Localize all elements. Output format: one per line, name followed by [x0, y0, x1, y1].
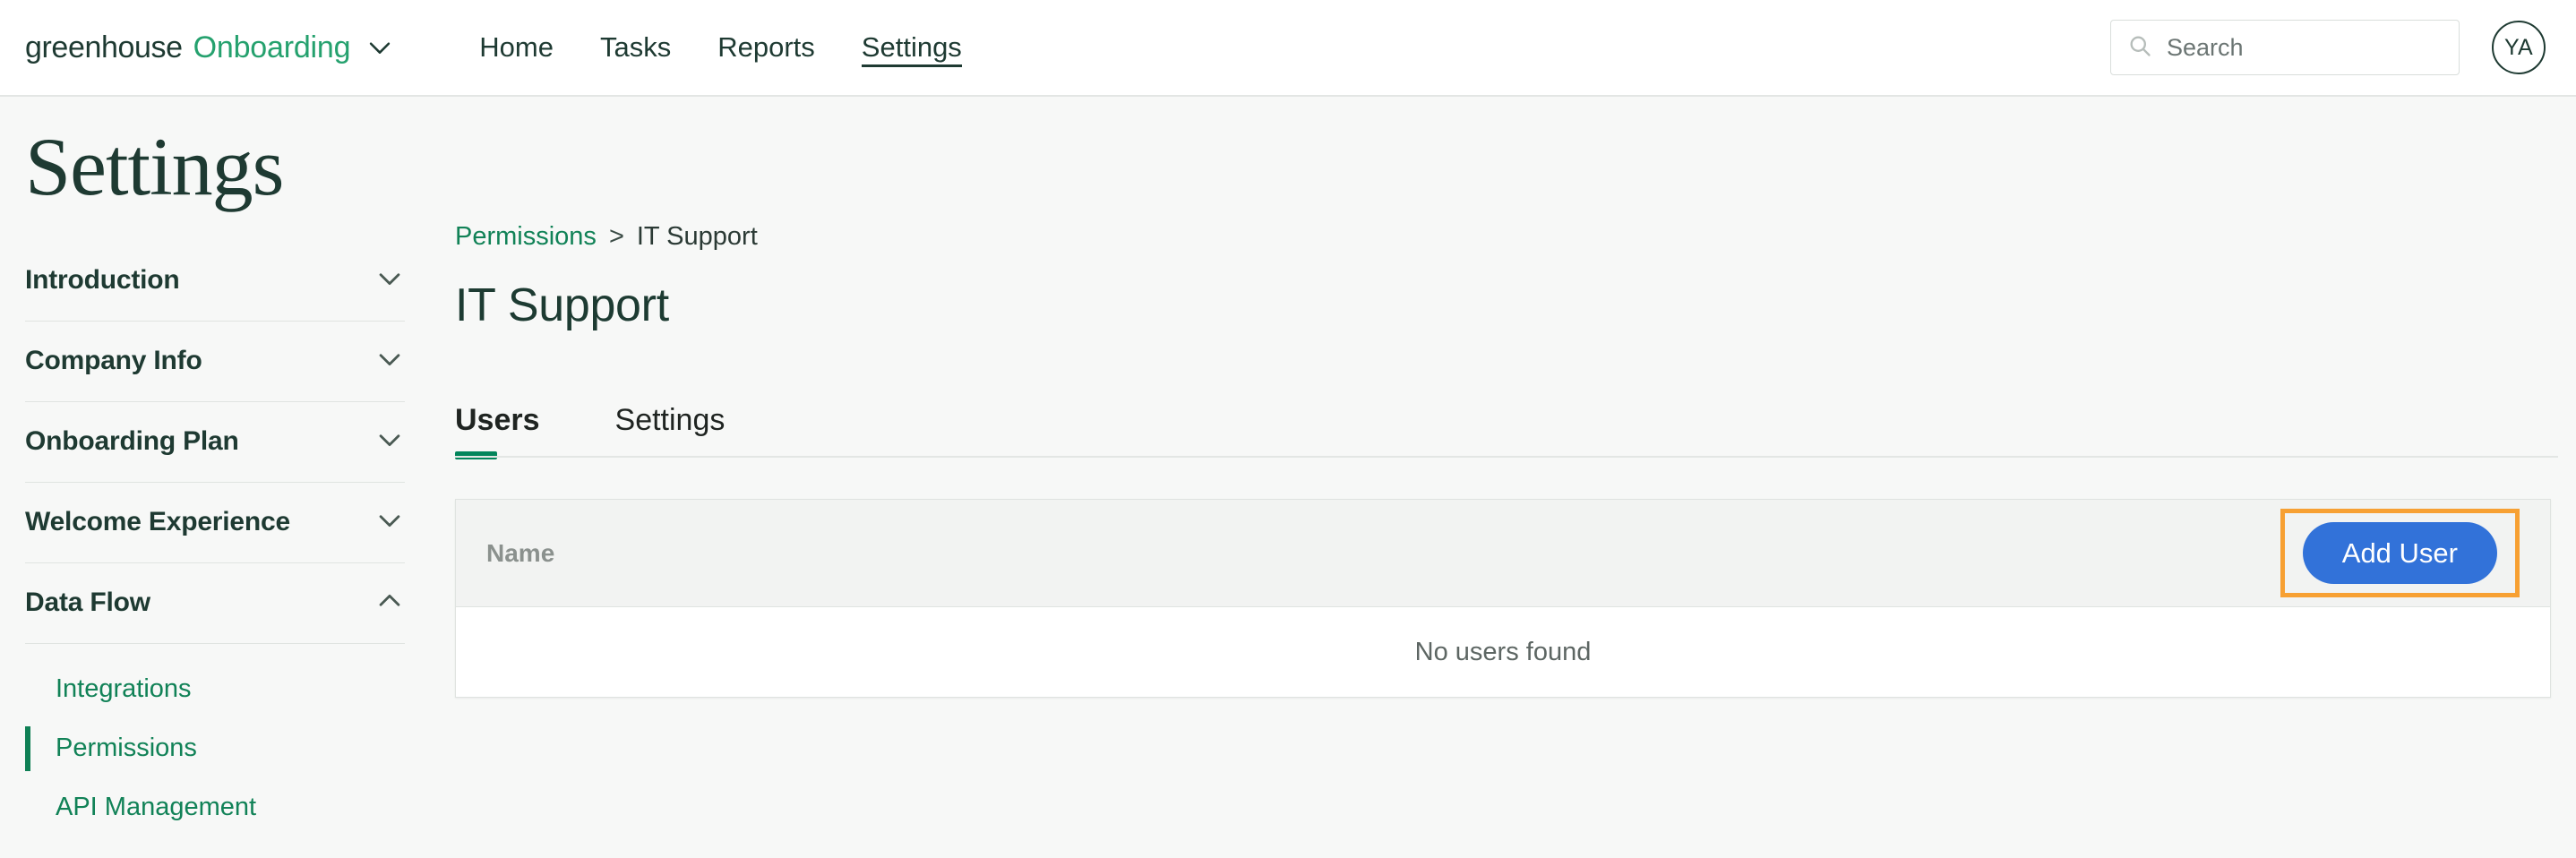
nav-item-reports-label: Reports — [717, 31, 815, 63]
sidebar-item-integrations[interactable]: Integrations — [0, 660, 430, 719]
users-table-card: Name Add User No users found — [455, 499, 2551, 698]
sidebar-item-welcome-experience-label: Welcome Experience — [25, 507, 290, 537]
settings-sidebar: Settings Introduction Company Info Onboa… — [0, 97, 430, 858]
add-user-highlight-box: Add User — [2280, 509, 2520, 597]
nav-item-settings-label: Settings — [861, 31, 962, 63]
search-placeholder-text: Search — [2167, 33, 2244, 61]
users-table-body: No users found — [456, 607, 2550, 697]
nav-item-home[interactable]: Home — [456, 0, 577, 96]
breadcrumb: Permissions > IT Support — [455, 222, 2576, 252]
content-tabs: Users Settings — [455, 382, 2576, 459]
sidebar-item-data-flow[interactable]: Data Flow — [25, 563, 405, 644]
brand-product-name: Onboarding — [193, 30, 351, 64]
avatar-initials: YA — [2503, 34, 2534, 60]
add-user-button[interactable]: Add User — [2302, 522, 2497, 584]
tab-users[interactable]: Users — [455, 403, 540, 459]
brand-logo[interactable]: greenhouse Onboarding — [25, 30, 395, 65]
sidebar-sections: Introduction Company Info Onboarding Pla… — [0, 241, 430, 837]
nav-item-reports[interactable]: Reports — [694, 0, 838, 96]
sidebar-item-permissions[interactable]: Permissions — [0, 719, 430, 778]
tab-settings[interactable]: Settings — [615, 403, 726, 458]
sidebar-item-company-info-label: Company Info — [25, 346, 202, 376]
content-title: IT Support — [455, 279, 669, 331]
column-header-name: Name — [486, 538, 555, 567]
tab-settings-label: Settings — [614, 403, 726, 437]
page-title: Settings — [25, 121, 284, 212]
chevron-down-icon[interactable] — [374, 344, 405, 379]
search-icon — [2127, 33, 2152, 63]
users-table-header: Name Add User — [456, 500, 2550, 607]
sidebar-item-welcome-experience[interactable]: Welcome Experience — [25, 483, 405, 563]
tab-users-label: Users — [455, 403, 540, 437]
chevron-down-icon[interactable] — [374, 263, 405, 298]
brand-company-name: greenhouse — [25, 30, 183, 64]
sidebar-subitems-data-flow: Integrations Permissions API Management — [0, 644, 430, 837]
sidebar-item-onboarding-plan-label: Onboarding Plan — [25, 426, 239, 457]
empty-state-message: No users found — [1414, 637, 1592, 666]
sidebar-item-api-management-label: API Management — [56, 793, 257, 822]
chevron-up-icon[interactable] — [374, 586, 405, 621]
main-content: Permissions > IT Support IT Support User… — [455, 97, 2576, 858]
chevron-down-icon[interactable] — [365, 32, 395, 63]
chevron-down-icon[interactable] — [374, 425, 405, 459]
sidebar-item-company-info[interactable]: Company Info — [25, 322, 405, 402]
breadcrumb-link-permissions[interactable]: Permissions — [455, 222, 597, 252]
header-right-group: Search YA — [2110, 20, 2546, 75]
sidebar-item-onboarding-plan[interactable]: Onboarding Plan — [25, 402, 405, 483]
sidebar-item-api-management[interactable]: API Management — [0, 778, 430, 837]
breadcrumb-current: IT Support — [636, 222, 758, 251]
nav-item-tasks[interactable]: Tasks — [577, 0, 694, 96]
nav-item-home-label: Home — [479, 31, 554, 63]
main-navigation: Home Tasks Reports Settings — [456, 0, 985, 96]
search-input[interactable]: Search — [2110, 20, 2460, 75]
avatar[interactable]: YA — [2492, 21, 2546, 74]
nav-item-tasks-label: Tasks — [600, 31, 672, 63]
sidebar-item-data-flow-label: Data Flow — [25, 588, 150, 618]
nav-item-settings[interactable]: Settings — [838, 0, 985, 96]
chevron-down-icon[interactable] — [374, 505, 405, 540]
sidebar-item-introduction-label: Introduction — [25, 265, 180, 296]
sidebar-item-introduction[interactable]: Introduction — [25, 241, 405, 322]
sidebar-item-integrations-label: Integrations — [56, 674, 192, 704]
sidebar-item-permissions-label: Permissions — [56, 734, 197, 763]
breadcrumb-separator: > — [608, 222, 624, 251]
top-header: greenhouse Onboarding Home Tasks Reports… — [0, 0, 2576, 97]
